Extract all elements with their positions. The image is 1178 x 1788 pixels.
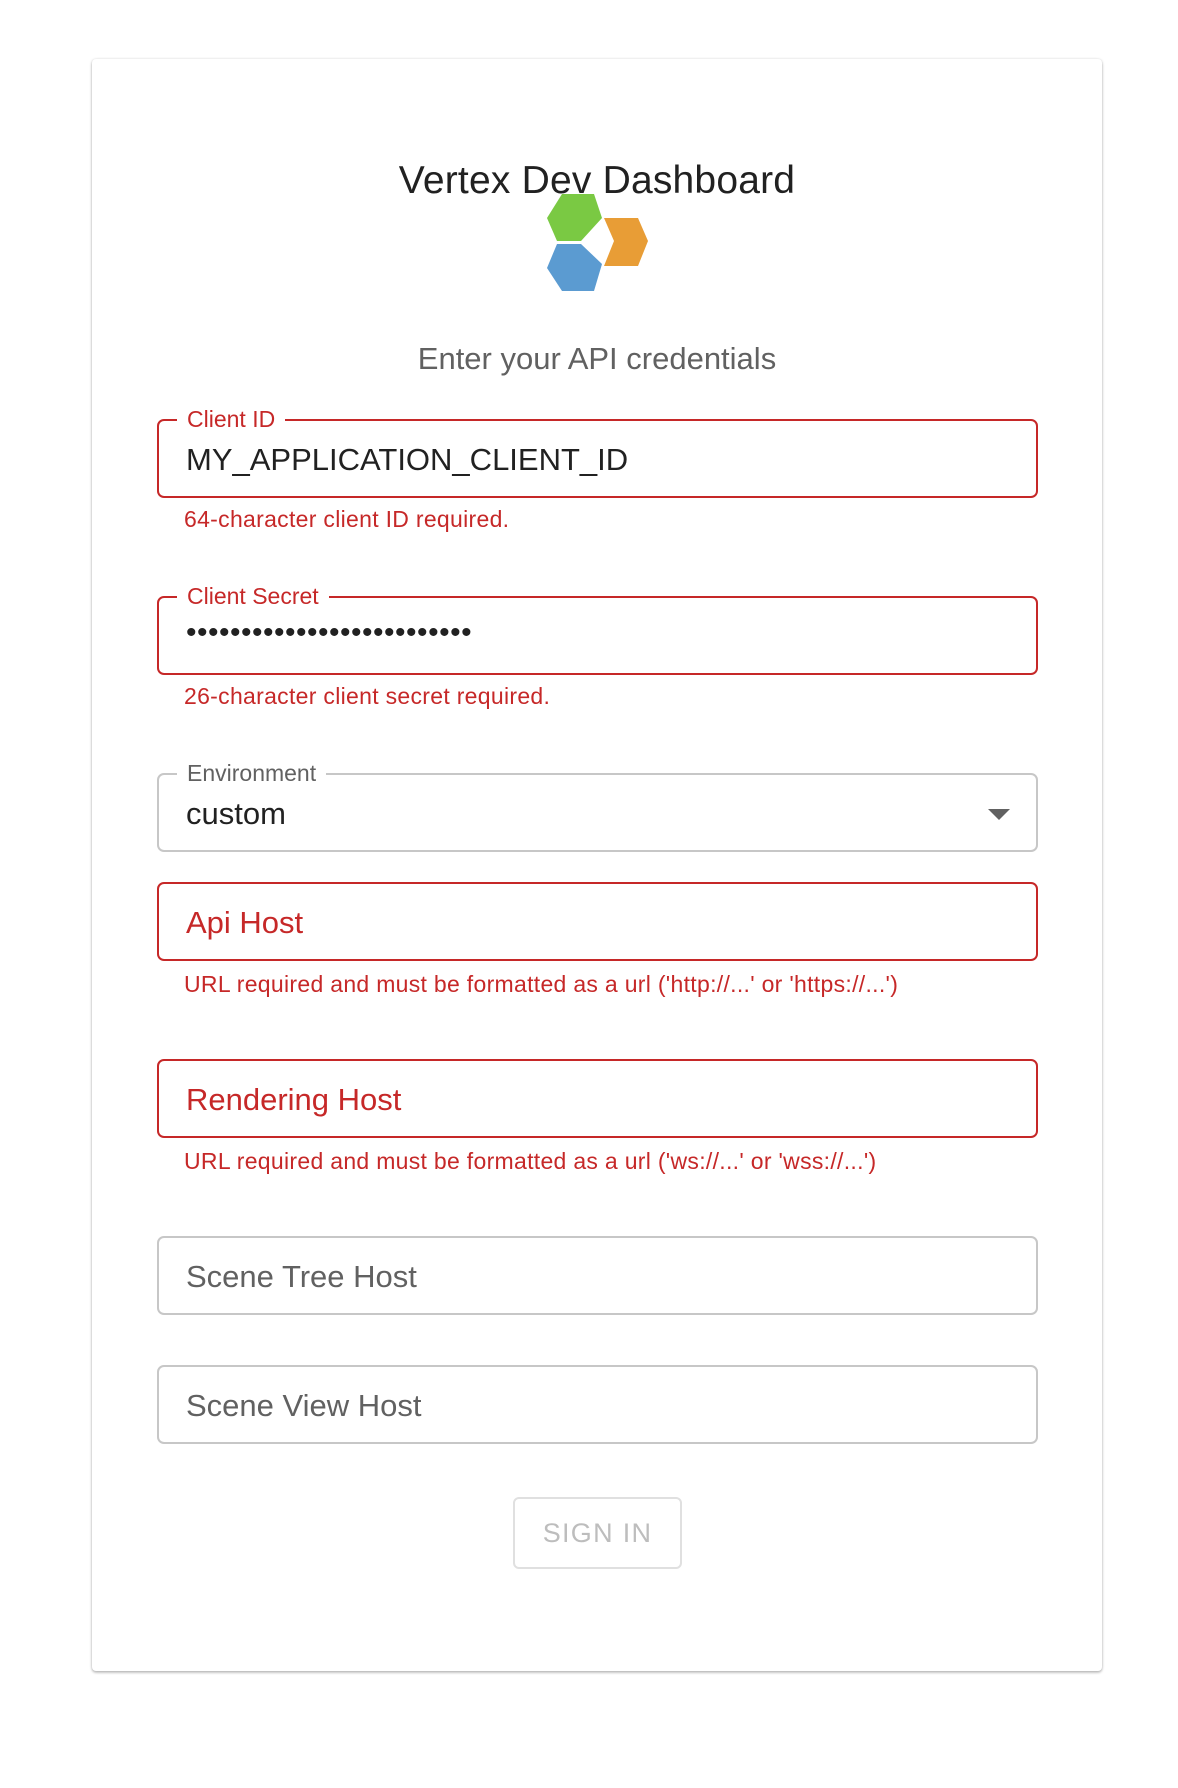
client-secret-helper-text: 26-character client secret required. [184, 683, 551, 709]
scene-view-host-field[interactable]: Scene View Host [157, 1365, 1038, 1444]
environment-label: Environment [177, 758, 327, 788]
rendering-host-input[interactable]: Rendering Host [186, 1081, 401, 1119]
client-id-field[interactable]: Client ID MY_APPLICATION_CLIENT_ID [157, 404, 1038, 498]
environment-select[interactable]: Environment custom [157, 758, 1038, 852]
vertex-logo-icon [547, 194, 648, 291]
client-secret-label: Client Secret [177, 581, 329, 611]
rendering-host-field[interactable]: Rendering Host [157, 1059, 1038, 1138]
api-host-input[interactable]: Api Host [186, 904, 303, 942]
client-id-label: Client ID [177, 404, 286, 434]
client-secret-input[interactable]: •••••••••••••••••••••••••• [186, 614, 472, 652]
rendering-host-helper-text: URL required and must be formatted as a … [184, 1148, 877, 1174]
environment-selected-value: custom [186, 796, 286, 831]
api-host-field[interactable]: Api Host [157, 882, 1038, 961]
client-id-input[interactable]: MY_APPLICATION_CLIENT_ID [186, 441, 628, 479]
client-id-helper-text: 64-character client ID required. [184, 506, 510, 532]
scene-view-host-input[interactable]: Scene View Host [186, 1387, 422, 1425]
client-secret-field[interactable]: Client Secret •••••••••••••••••••••••••• [157, 581, 1038, 675]
sign-in-card: Vertex Dev Dashboard Enter your API cred… [92, 59, 1102, 1671]
api-host-helper-text: URL required and must be formatted as a … [184, 971, 899, 997]
scene-tree-host-field[interactable]: Scene Tree Host [157, 1236, 1038, 1315]
scene-tree-host-input[interactable]: Scene Tree Host [186, 1258, 417, 1296]
sign-in-button[interactable]: SIGN IN [513, 1497, 682, 1569]
page-subtitle: Enter your API credentials [417, 341, 777, 376]
dropdown-arrow-icon[interactable] [988, 809, 1010, 820]
